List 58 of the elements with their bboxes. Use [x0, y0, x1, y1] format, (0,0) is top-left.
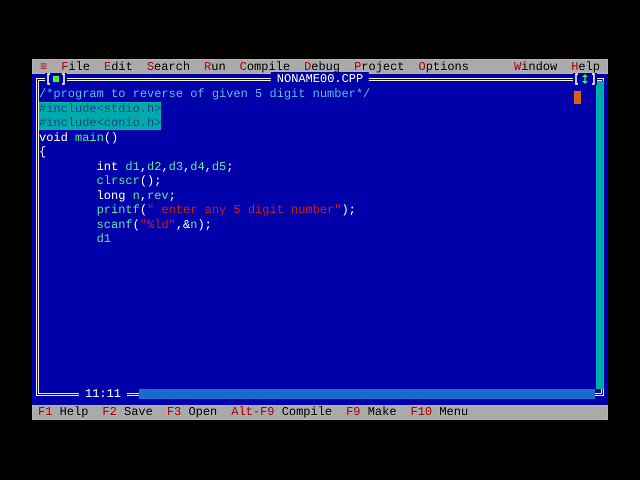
menu-item[interactable]: Debug	[304, 60, 340, 74]
code-string: " enter any 5 digit number"	[147, 203, 342, 217]
code-keyword: int	[96, 160, 118, 174]
code-string: "%ld"	[140, 218, 176, 232]
code-symbol: ,	[204, 160, 212, 174]
code-identifier: clrscr	[96, 174, 140, 188]
cursor-position: 11:11	[79, 388, 128, 400]
shortcut-hint[interactable]: F2 Save	[102, 405, 153, 420]
code-identifier: d1	[124, 160, 140, 174]
code-symbol: (	[132, 218, 140, 232]
shortcut-hint[interactable]: F3 Open	[166, 405, 218, 420]
menu-item[interactable]: Compile	[240, 60, 290, 74]
menu-item[interactable]: Window	[514, 60, 558, 74]
menu-item[interactable]: Project	[354, 60, 405, 74]
menu-item[interactable]: Help	[571, 60, 600, 74]
code-symbol: );	[341, 203, 356, 217]
code-identifier: scanf	[96, 218, 133, 232]
code-keyword: long	[96, 188, 126, 202]
code-symbol: ,	[140, 160, 148, 174]
vertical-scrollbar[interactable]	[596, 81, 604, 389]
code-identifier: n	[132, 188, 140, 202]
menu-item[interactable]: Options	[418, 60, 469, 74]
shortcut-hint[interactable]: F9 Make	[346, 405, 397, 420]
shortcut-hint[interactable]: F10 Menu	[410, 405, 468, 420]
code-identifier: d5	[212, 160, 226, 174]
code-identifier: rev	[147, 188, 169, 202]
code-symbol: ;	[226, 160, 234, 174]
code-symbol: ();	[140, 174, 162, 188]
code-symbol: ,	[183, 160, 190, 174]
code-identifier: d2	[147, 160, 162, 174]
horizontal-scrollbar[interactable]	[139, 389, 595, 399]
code-identifier: n	[190, 218, 198, 232]
code-directive: #include<stdio.h>	[39, 102, 162, 116]
mouse-cursor	[574, 91, 581, 104]
menu-item[interactable]: Run	[204, 60, 226, 74]
menu-item[interactable]: Search	[146, 60, 190, 74]
code-symbol: ,&	[176, 218, 190, 232]
code-symbol: ,	[161, 160, 169, 174]
code-symbol: ()	[104, 130, 118, 144]
code-identifier: main	[74, 130, 104, 144]
menu-item[interactable]: File	[61, 60, 90, 74]
code-comment: /*program to reverse of given 5 digit number*/	[39, 87, 370, 101]
code-keyword: void	[39, 130, 68, 144]
code-identifier: d3	[168, 160, 184, 174]
code-identifier: printf	[96, 203, 140, 217]
code-identifier: d1	[96, 232, 112, 246]
code-symbol: {	[39, 145, 46, 159]
code-directive: #include<conio.h>	[39, 116, 162, 130]
close-icon[interactable]	[45, 73, 67, 85]
shortcut-hint[interactable]: Alt-F9 Compile	[231, 405, 332, 420]
code-symbol: ;	[168, 188, 176, 202]
shortcut-hint[interactable]: F1 Help	[38, 405, 88, 420]
resize-icon[interactable]	[573, 73, 597, 85]
code-identifier: d4	[190, 160, 205, 174]
code-symbol: ,	[140, 188, 148, 202]
code-symbol: (	[140, 203, 148, 217]
menu-item[interactable]: Edit	[104, 60, 133, 74]
code-symbol: );	[197, 218, 212, 232]
